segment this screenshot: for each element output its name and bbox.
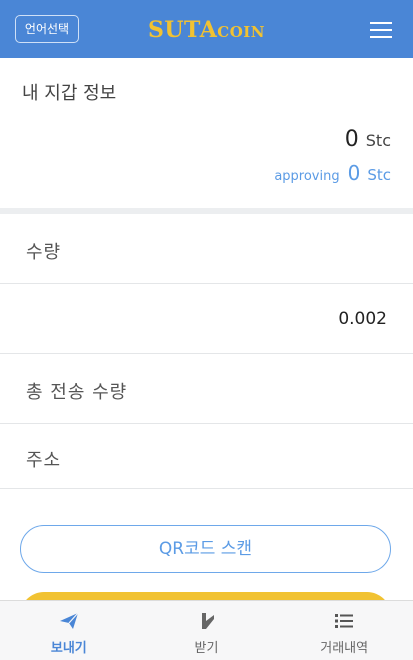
brand-small: COIN [217, 23, 266, 41]
quantity-value: 0.002 [338, 309, 387, 329]
address-label: 주소 [26, 450, 62, 471]
tab-history[interactable]: 거래내역 [275, 601, 413, 660]
wallet-title: 내 지갑 정보 [22, 83, 117, 104]
total-quantity-label: 총 전송 수량 [26, 382, 128, 403]
hamburger-menu-icon[interactable] [370, 22, 392, 38]
total-label-row: 총 전송 수량 [0, 354, 413, 424]
approving-label: approving [274, 169, 340, 184]
top-bar: 언어선택 SUTACOIN [0, 0, 413, 58]
balance-unit: Stc [365, 131, 391, 150]
approving-value: 0 [347, 161, 361, 185]
tab-receive[interactable]: 받기 [138, 601, 276, 660]
quantity-label-row: 수량 [0, 214, 413, 284]
qr-scan-button[interactable]: QR코드 스캔 [20, 525, 391, 573]
tab-send-label: 보내기 [50, 641, 87, 656]
balance-row: 0 Stc [345, 127, 391, 152]
brand-logo: SUTACOIN [0, 17, 413, 43]
bottom-tab-bar: 보내기 받기 거래내역 [0, 600, 413, 660]
balance-value: 0 [344, 127, 359, 152]
brand-main: SUTA [147, 17, 218, 43]
tab-receive-label: 받기 [194, 641, 219, 656]
tab-send[interactable]: 보내기 [0, 601, 138, 660]
address-input[interactable]: 주소 [0, 424, 413, 489]
wallet-info-panel: 내 지갑 정보 0 Stc approving 0 Stc [0, 58, 413, 208]
receive-icon [201, 613, 214, 629]
list-icon [335, 614, 354, 628]
approving-unit: Stc [367, 166, 391, 184]
paper-plane-icon [59, 612, 79, 629]
quantity-label: 수량 [26, 242, 62, 263]
approving-row: approving 0 Stc [274, 161, 391, 185]
quantity-input[interactable]: 0.002 [0, 284, 413, 354]
tab-history-label: 거래내역 [320, 641, 369, 656]
